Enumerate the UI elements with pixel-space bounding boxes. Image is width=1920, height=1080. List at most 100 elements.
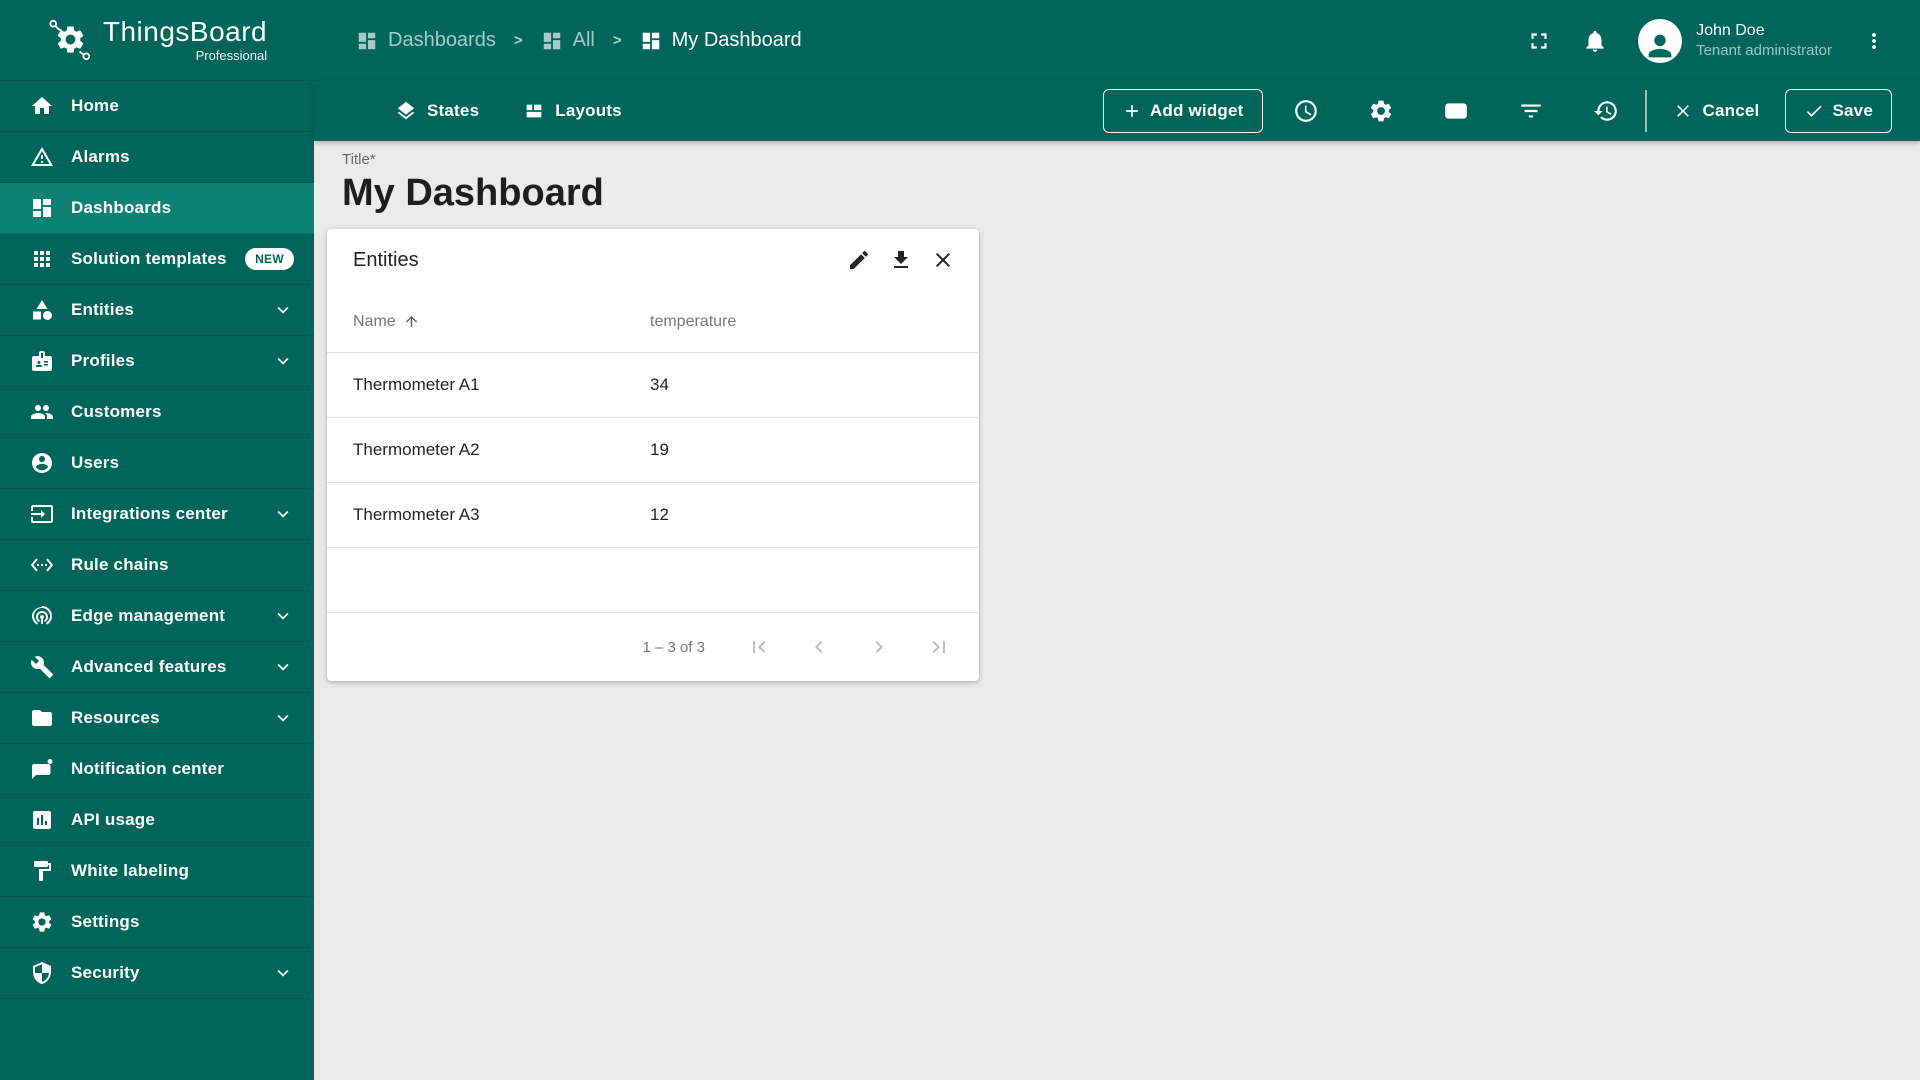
sidebar-item-customers[interactable]: Customers (0, 387, 314, 438)
remove-widget-button[interactable] (931, 248, 955, 272)
breadcrumb-separator: > (513, 32, 523, 49)
filters-button[interactable] (1518, 98, 1544, 124)
states-button[interactable]: States (395, 100, 479, 122)
cell-temperature: 34 (650, 375, 669, 394)
download-icon (889, 248, 913, 272)
paginator-range-label: 1 – 3 of 3 (642, 638, 705, 656)
column-header-name[interactable]: Name (353, 313, 650, 331)
edit-widget-button[interactable] (847, 248, 871, 272)
thingsboard-logo-icon (47, 17, 93, 63)
resources-folder-icon (30, 706, 54, 730)
sidebar-item-advanced-features[interactable]: Advanced features (0, 642, 314, 693)
chevron-down-icon (272, 707, 294, 729)
solution-templates-icon (30, 247, 54, 271)
dashboard-icon (356, 30, 378, 52)
chevron-left-icon (807, 635, 831, 659)
settings-gear-icon (30, 910, 54, 934)
avatar (1638, 18, 1683, 63)
alarm-warning-icon (30, 145, 54, 169)
security-shield-icon (30, 961, 54, 985)
sidebar-item-entities[interactable]: Entities (0, 285, 314, 336)
sidebar-item-white-labeling[interactable]: White labeling (0, 846, 314, 897)
last-page-icon (927, 635, 951, 659)
check-icon (1804, 101, 1824, 121)
first-page-button[interactable] (747, 635, 771, 659)
breadcrumb: Dashboards > All > My Dashboard (356, 29, 802, 52)
sidebar-item-rule-chains[interactable]: Rule chains (0, 540, 314, 591)
entity-aliases-button[interactable] (1443, 98, 1469, 124)
cancel-button[interactable]: Cancel (1673, 101, 1760, 121)
table-row[interactable]: Thermometer A2 19 (327, 418, 979, 483)
white-labeling-icon (30, 859, 54, 883)
more-menu-button[interactable] (1862, 29, 1886, 53)
version-history-button[interactable] (1593, 98, 1619, 124)
user-name: John Doe (1696, 21, 1765, 39)
breadcrumb-dashboards[interactable]: Dashboards (356, 29, 496, 52)
breadcrumb-all[interactable]: All (541, 29, 595, 52)
chevron-down-icon (272, 656, 294, 678)
last-page-button[interactable] (927, 635, 951, 659)
chevron-down-icon (272, 605, 294, 627)
add-widget-button[interactable]: Add widget (1102, 89, 1263, 133)
dashboard-canvas: Title* My Dashboard Entities Name temper… (314, 141, 1920, 1080)
user-menu[interactable]: John Doe Tenant administrator (1638, 18, 1832, 63)
sidebar-item-dashboards[interactable]: Dashboards (0, 183, 314, 234)
fullscreen-button[interactable] (1526, 28, 1552, 54)
sidebar-item-home[interactable]: Home (0, 81, 314, 132)
close-icon (931, 248, 955, 272)
title-field-label: Title* (342, 151, 376, 168)
first-page-icon (747, 635, 771, 659)
clock-icon (1293, 98, 1319, 124)
table-row[interactable]: Thermometer A1 34 (327, 353, 979, 418)
cell-name: Thermometer A3 (353, 505, 480, 524)
layouts-button[interactable]: Layouts (523, 100, 622, 122)
advanced-features-icon (30, 655, 54, 679)
layouts-icon (523, 100, 545, 122)
dashboard-settings-button[interactable] (1368, 98, 1394, 124)
sidebar-item-security[interactable]: Security (0, 948, 314, 999)
app-logo[interactable]: ThingsBoard Professional (0, 0, 314, 81)
sidebar-item-api-usage[interactable]: API usage (0, 795, 314, 846)
chevron-down-icon (272, 503, 294, 525)
rule-chains-icon (30, 553, 54, 577)
table-paginator: 1 – 3 of 3 (327, 613, 979, 681)
sidebar-item-solution-templates[interactable]: Solution templates NEW (0, 234, 314, 285)
dashboard-title-input[interactable]: My Dashboard (342, 172, 1920, 215)
sidebar-item-settings[interactable]: Settings (0, 897, 314, 948)
dashboard-toolbar: States Layouts Add widget Cancel Save (314, 81, 1920, 141)
plus-icon (1122, 101, 1142, 121)
widget-header: Entities (327, 229, 979, 291)
sidebar-item-edge-management[interactable]: Edge management (0, 591, 314, 642)
time-window-button[interactable] (1293, 98, 1319, 124)
save-button[interactable]: Save (1785, 89, 1892, 133)
sidebar-item-notification-center[interactable]: Notification center (0, 744, 314, 795)
sidebar-item-profiles[interactable]: Profiles (0, 336, 314, 387)
notification-center-icon (30, 757, 54, 781)
close-icon (1673, 101, 1693, 121)
cell-name: Thermometer A2 (353, 440, 480, 459)
toolbar-divider (1644, 90, 1647, 132)
notifications-button[interactable] (1582, 28, 1608, 54)
chevron-right-icon (867, 635, 891, 659)
previous-page-button[interactable] (807, 635, 831, 659)
history-icon (1593, 98, 1619, 124)
chevron-down-icon (272, 962, 294, 984)
export-widget-button[interactable] (889, 248, 913, 272)
table-row[interactable]: Thermometer A3 12 (327, 483, 979, 548)
next-page-button[interactable] (867, 635, 891, 659)
sidebar-item-integrations-center[interactable]: Integrations center (0, 489, 314, 540)
pencil-icon (847, 248, 871, 272)
table-header-row: Name temperature (327, 291, 979, 353)
sidebar-item-alarms[interactable]: Alarms (0, 132, 314, 183)
entities-icon (30, 298, 54, 322)
sidebar: ThingsBoard Professional Home Alarms Das… (0, 0, 314, 1080)
breadcrumb-current-dashboard[interactable]: My Dashboard (640, 29, 802, 52)
sidebar-item-users[interactable]: Users (0, 438, 314, 489)
devices-icon (1443, 98, 1469, 124)
gear-icon (1368, 98, 1394, 124)
sidebar-item-resources[interactable]: Resources (0, 693, 314, 744)
cell-temperature: 19 (650, 440, 669, 459)
user-role: Tenant administrator (1696, 41, 1832, 59)
column-header-temperature[interactable]: temperature (650, 313, 979, 331)
chevron-down-icon (272, 350, 294, 372)
